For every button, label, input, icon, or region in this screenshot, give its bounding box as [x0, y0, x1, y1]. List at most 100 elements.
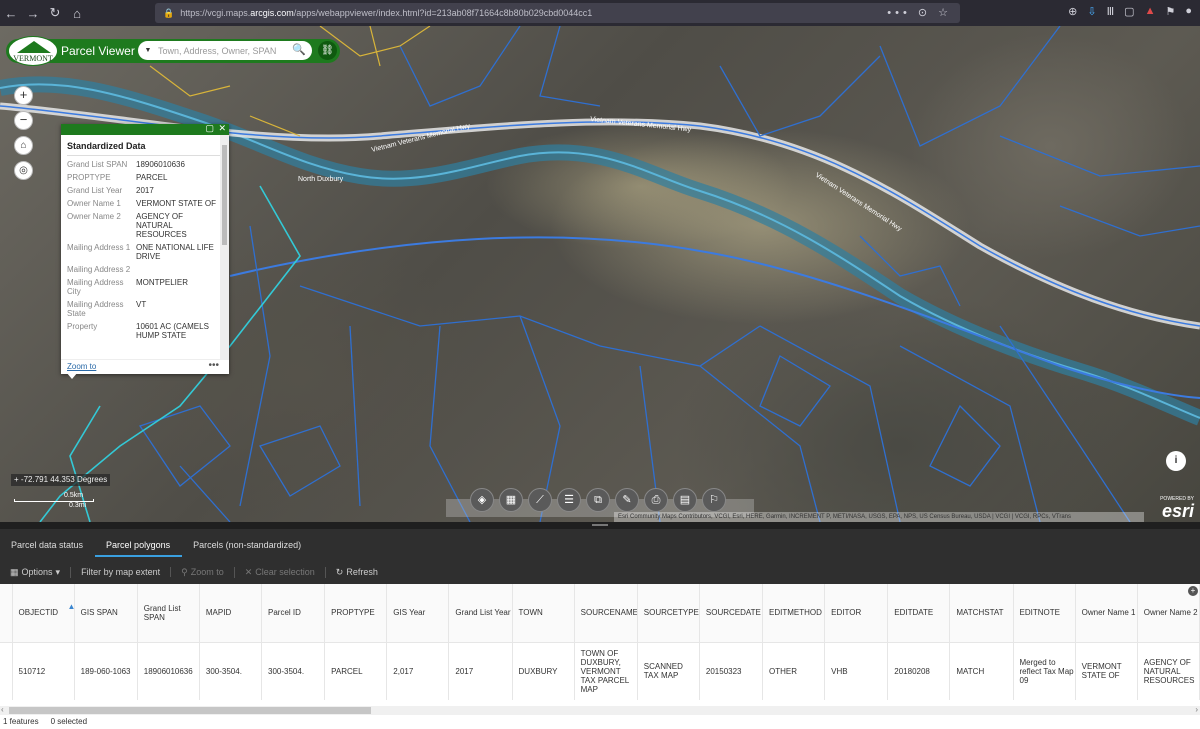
column-header[interactable]: EDITMETHOD [762, 584, 826, 643]
tab-parcel-data-status[interactable]: Parcel data status [0, 537, 95, 557]
filter-by-extent-button[interactable]: Filter by map extent [81, 567, 172, 577]
scale-bar: 0.5km 0.3mi [14, 492, 94, 509]
zoom-to-link[interactable]: Zoom to [67, 362, 96, 371]
scroll-right-icon[interactable]: › [1195, 705, 1198, 714]
row-selector-header [0, 584, 13, 643]
locate-icon[interactable]: ◎ [14, 161, 33, 180]
column-header[interactable]: SOURCENAME [574, 584, 638, 643]
column-header[interactable]: EDITNOTE [1013, 584, 1076, 643]
measure-icon[interactable]: ⟋ [528, 488, 552, 512]
options-menu-button[interactable]: ▦ Options ▾ [10, 566, 72, 578]
maximize-icon[interactable]: ▢ [205, 123, 214, 134]
column-header[interactable]: Parcel ID [261, 584, 326, 643]
forward-icon[interactable]: → [22, 6, 44, 21]
column-header[interactable]: EDITOR [824, 584, 889, 643]
table-cell: VHB [824, 642, 889, 700]
panel-resize-handle[interactable] [0, 522, 1200, 529]
refresh-button[interactable]: ↻ Refresh [336, 567, 388, 578]
popup-scrollbar[interactable] [220, 135, 229, 359]
popup-key: Property [67, 322, 98, 331]
tab-parcels-non-standardized[interactable]: Parcels (non-standardized) [182, 537, 313, 557]
column-header[interactable]: SOURCETYPE [637, 584, 700, 643]
popup-header: ▢ ✕ [61, 123, 229, 135]
home-extent-icon[interactable]: ⌂ [14, 136, 33, 155]
table-cell: 300-3504. [261, 642, 326, 700]
more-options-icon[interactable]: ••• [208, 360, 219, 371]
popup-value: 10601 AC (CAMELS HUMP STATE [136, 322, 209, 340]
browser-toolbar: ⊕ ⇩ Ⅲ ▢ ▲ ⚑ ● [1068, 5, 1192, 18]
column-header[interactable]: TOWN [512, 584, 575, 643]
draw-icon[interactable]: ✎ [615, 488, 639, 512]
search-source-dropdown[interactable]: ▼ [138, 47, 158, 54]
column-header[interactable]: SOURCEDATE [699, 584, 764, 643]
column-header[interactable]: MAPID [199, 584, 263, 643]
table-header-row: OBJECTID ▲ GIS SPAN Grand List SPAN MAPID… [0, 584, 1200, 643]
download-icon[interactable]: ⇩ [1087, 5, 1096, 18]
add-column-icon[interactable]: + [1188, 586, 1198, 596]
sort-ascending-icon: ▲ [68, 602, 74, 611]
zoom-in-button[interactable]: + [14, 86, 33, 105]
extension-icon[interactable]: ⊕ [1068, 5, 1077, 18]
table-cell: SCANNED TAX MAP [637, 642, 700, 700]
table-horizontal-scrollbar[interactable]: ‹ › [0, 705, 1200, 715]
column-header[interactable]: Owner Name 1 [1075, 584, 1138, 643]
attribute-grid: OBJECTID ▲ GIS SPAN Grand List SPAN MAPID… [0, 584, 1200, 706]
column-header[interactable]: MATCHSTAT [949, 584, 1014, 643]
layers-icon[interactable]: ◈ [470, 488, 494, 512]
esri-text: esri [1161, 501, 1194, 521]
page-actions[interactable]: ••• ⊙ ☆ [887, 6, 952, 19]
row-selector[interactable] [0, 642, 13, 700]
column-header[interactable]: EDITDATE [887, 584, 951, 643]
column-header[interactable]: GIS SPAN [74, 584, 138, 643]
scroll-thumb[interactable] [9, 707, 371, 714]
zoom-out-button[interactable]: − [14, 111, 33, 130]
grid-icon: ▦ [10, 566, 19, 577]
column-header[interactable]: PROPTYPE [324, 584, 388, 643]
table-row[interactable]: 510712 189-060-1063 18906010636 300-3504… [0, 642, 1200, 700]
search-input[interactable] [158, 45, 278, 56]
map-label-place: North Duxbury [298, 176, 344, 183]
reload-icon[interactable]: ↻ [44, 5, 66, 21]
menu-icon[interactable]: ● [1185, 5, 1192, 18]
zoom-to-button[interactable]: ⚲ Zoom to [181, 566, 235, 578]
popup-value: ONE NATIONAL LIFE DRIVE [136, 243, 214, 261]
attribute-table-icon[interactable]: ▤ [673, 488, 697, 512]
popup-key: Grand List SPAN [67, 160, 128, 169]
table-cell: 20180208 [887, 642, 951, 700]
filter-icon[interactable]: ⧉ [586, 488, 610, 512]
column-header[interactable]: Grand List SPAN [137, 584, 200, 643]
search-icon[interactable]: 🔍 [292, 43, 306, 56]
popup-value: PARCEL [136, 173, 168, 182]
attribute-table: OBJECTID ▲ GIS SPAN Grand List SPAN MAPID… [0, 584, 1200, 700]
scroll-left-icon[interactable]: ‹ [1, 705, 4, 714]
sidebar-icon[interactable]: ▢ [1124, 5, 1134, 18]
popup-row: Mailing Address 1 ONE NATIONAL LIFE DRIVE [67, 243, 220, 261]
table-cell: DUXBURY [512, 642, 575, 700]
home-icon[interactable]: ⌂ [66, 6, 88, 21]
popup-row: Mailing Address State VT [67, 300, 220, 318]
map-view[interactable]: Vietnam Veterans Memorial Hwy Vietnam Ve… [0, 26, 1200, 522]
table-cell: 300-3504. [199, 642, 263, 700]
popup-scroll-thumb[interactable] [222, 145, 227, 245]
close-icon[interactable]: ✕ [218, 123, 226, 134]
clear-label: Clear selection [255, 566, 315, 577]
library-icon[interactable]: Ⅲ [1107, 5, 1115, 18]
about-icon[interactable]: ⚐ [702, 488, 726, 512]
basemap-gallery-icon[interactable]: ▦ [499, 488, 523, 512]
addon-icon[interactable]: ⚑ [1165, 5, 1175, 18]
table-cell: 2017 [448, 642, 513, 700]
column-header[interactable]: GIS Year [386, 584, 450, 643]
link-icon[interactable]: ⛓ [318, 41, 337, 60]
tab-parcel-polygons[interactable]: Parcel polygons [95, 537, 183, 557]
column-header[interactable]: OBJECTID ▲ [12, 584, 75, 643]
back-icon[interactable]: ← [0, 6, 22, 21]
clear-selection-button[interactable]: ✕ Clear selection [245, 566, 326, 578]
pdf-icon[interactable]: ▲ [1145, 5, 1156, 18]
info-icon[interactable]: i [1166, 451, 1186, 471]
grip-icon [592, 524, 608, 526]
legend-icon[interactable]: ☰ [557, 488, 581, 512]
print-icon[interactable]: ⎙ [644, 488, 668, 512]
column-header[interactable]: Grand List Year [448, 584, 513, 643]
address-bar[interactable]: 🔒 https://vcgi.maps. arcgis.com/apps/weba… [155, 3, 960, 23]
expand-icon[interactable]: + [14, 475, 21, 484]
